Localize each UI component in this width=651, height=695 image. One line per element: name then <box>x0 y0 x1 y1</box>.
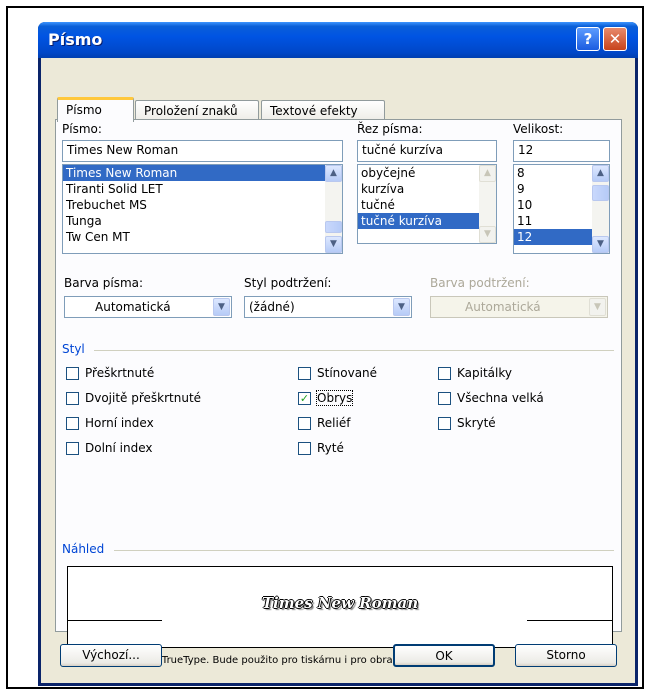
checkbox-icon[interactable] <box>66 442 79 455</box>
font-style-list-item[interactable]: kurzíva <box>358 181 496 197</box>
checkbox-checked-icon[interactable]: ✓ <box>298 392 311 405</box>
preview-box: Times New Roman <box>67 566 613 648</box>
ok-button[interactable]: OK <box>393 644 495 667</box>
font-color-label: Barva písma: <box>64 276 144 290</box>
checkbox-icon[interactable] <box>298 442 311 455</box>
close-button[interactable]: ✕ <box>603 27 627 51</box>
effects-group-label: Styl <box>62 342 85 356</box>
effect-checkbox-label: Dolní index <box>85 441 153 455</box>
scroll-thumb[interactable] <box>592 185 609 201</box>
font-input[interactable]: Times New Roman <box>62 140 343 162</box>
preview-group-label: Náhled <box>62 542 105 556</box>
font-list-item[interactable]: Tw Cen MT <box>63 229 342 245</box>
dialog-client: Písmo Proložení znaků Textové efekty Pís… <box>41 58 635 683</box>
underline-color-combo: Automatická ▼ <box>430 296 608 318</box>
size-list[interactable]: 8 9 10 11 12 ▲ ▼ <box>513 164 610 254</box>
underline-color-label: Barva podtržení: <box>430 276 530 290</box>
checkbox-icon[interactable] <box>66 417 79 430</box>
effect-checkbox-label: Horní index <box>85 416 154 430</box>
font-list-item[interactable]: Tunga <box>63 213 342 229</box>
tab-page-font: Písmo: Times New Roman Times New Roman Ti… <box>55 119 622 666</box>
preview-sample-text: Times New Roman <box>261 594 419 612</box>
font-style-label: Řez písma: <box>357 122 423 136</box>
font-style-list[interactable]: obyčejné kurzíva tučné tučné kurzíva ▲ ▼ <box>357 164 497 244</box>
scroll-down-icon: ▼ <box>479 226 496 243</box>
size-input[interactable]: 12 <box>513 140 610 162</box>
scroll-up-icon: ▲ <box>479 165 496 182</box>
size-label: Velikost: <box>513 122 564 136</box>
scroll-thumb[interactable] <box>325 221 342 233</box>
preview-baseline-right <box>527 620 612 621</box>
underline-style-label: Styl podtržení: <box>244 276 332 290</box>
scroll-up-icon[interactable]: ▲ <box>592 165 609 182</box>
checkbox-icon[interactable] <box>298 417 311 430</box>
dialog-title: Písmo <box>48 30 103 49</box>
size-list-scrollbar[interactable]: ▲ ▼ <box>592 165 609 253</box>
checkbox-icon[interactable] <box>66 367 79 380</box>
effect-checkbox-label: Kapitálky <box>457 366 512 380</box>
chevron-down-icon[interactable]: ▼ <box>393 298 410 316</box>
scroll-up-icon[interactable]: ▲ <box>325 165 342 182</box>
tab-character-spacing-label: Proložení znaků <box>144 104 238 118</box>
font-color-combo[interactable]: Automatická ▼ <box>64 296 232 318</box>
effects-divider <box>94 350 614 351</box>
underline-color-value: Automatická <box>465 300 541 314</box>
close-icon: ✕ <box>608 30 622 48</box>
font-list-item[interactable]: Trebuchet MS <box>63 197 342 213</box>
tab-font-label: Písmo <box>66 103 102 117</box>
effect-checkbox-label: Dvojitě přeškrtnuté <box>85 391 202 405</box>
font-label: Písmo: <box>62 122 102 136</box>
chevron-down-icon: ▼ <box>589 298 606 316</box>
font-list[interactable]: Times New Roman Tiranti Solid LET Trebuche… <box>62 164 343 254</box>
effect-checkbox-label: Ryté <box>317 441 344 455</box>
preview-baseline-left <box>68 620 162 621</box>
effect-checkbox-label: Přeškrtnuté <box>85 366 155 380</box>
chevron-down-icon[interactable]: ▼ <box>213 298 230 316</box>
font-dialog: Písmo ? ✕ Písmo Proložení znaků Textové … <box>38 22 638 686</box>
checkbox-icon[interactable] <box>438 367 451 380</box>
title-bar[interactable]: Písmo ? ✕ <box>38 22 638 58</box>
effect-checkbox-label: Reliéf <box>317 416 351 430</box>
tab-text-effects-label: Textové efekty <box>270 104 358 118</box>
effect-checkbox-label: Stínované <box>317 366 378 380</box>
font-style-input[interactable]: tučné kurzíva <box>357 140 497 162</box>
tab-font[interactable]: Písmo <box>57 97 134 122</box>
font-style-list-item[interactable]: tučné <box>358 197 496 213</box>
checkbox-icon[interactable] <box>298 367 311 380</box>
help-button[interactable]: ? <box>576 27 600 51</box>
font-list-scrollbar[interactable]: ▲ ▼ <box>325 165 342 253</box>
font-style-list-item[interactable]: obyčejné <box>358 165 496 181</box>
cancel-button[interactable]: Storno <box>515 644 617 667</box>
scroll-down-icon[interactable]: ▼ <box>592 236 609 253</box>
font-list-item[interactable]: Tiranti Solid LET <box>63 181 342 197</box>
font-color-value: Automatická <box>95 300 171 314</box>
screenshot-frame: Písmo ? ✕ Písmo Proložení znaků Textové … <box>6 6 644 689</box>
underline-style-combo[interactable]: (žádné) ▼ <box>244 296 412 318</box>
default-button[interactable]: Výchozí... <box>60 644 162 667</box>
font-style-scrollbar: ▲ ▼ <box>479 165 496 243</box>
preview-divider <box>114 550 614 551</box>
help-icon: ? <box>583 30 593 48</box>
checkbox-icon[interactable] <box>438 417 451 430</box>
scroll-down-icon[interactable]: ▼ <box>325 236 342 253</box>
underline-style-value: (žádné) <box>249 300 295 314</box>
checkbox-icon[interactable] <box>66 392 79 405</box>
effect-checkbox-label: Skryté <box>457 416 496 430</box>
effect-checkbox-label: Všechna velká <box>457 391 544 405</box>
effect-checkbox-label: Obrys <box>315 390 354 406</box>
checkbox-icon[interactable] <box>438 392 451 405</box>
font-list-item[interactable]: Times New Roman <box>63 165 342 181</box>
font-style-list-item[interactable]: tučné kurzíva <box>358 213 496 229</box>
